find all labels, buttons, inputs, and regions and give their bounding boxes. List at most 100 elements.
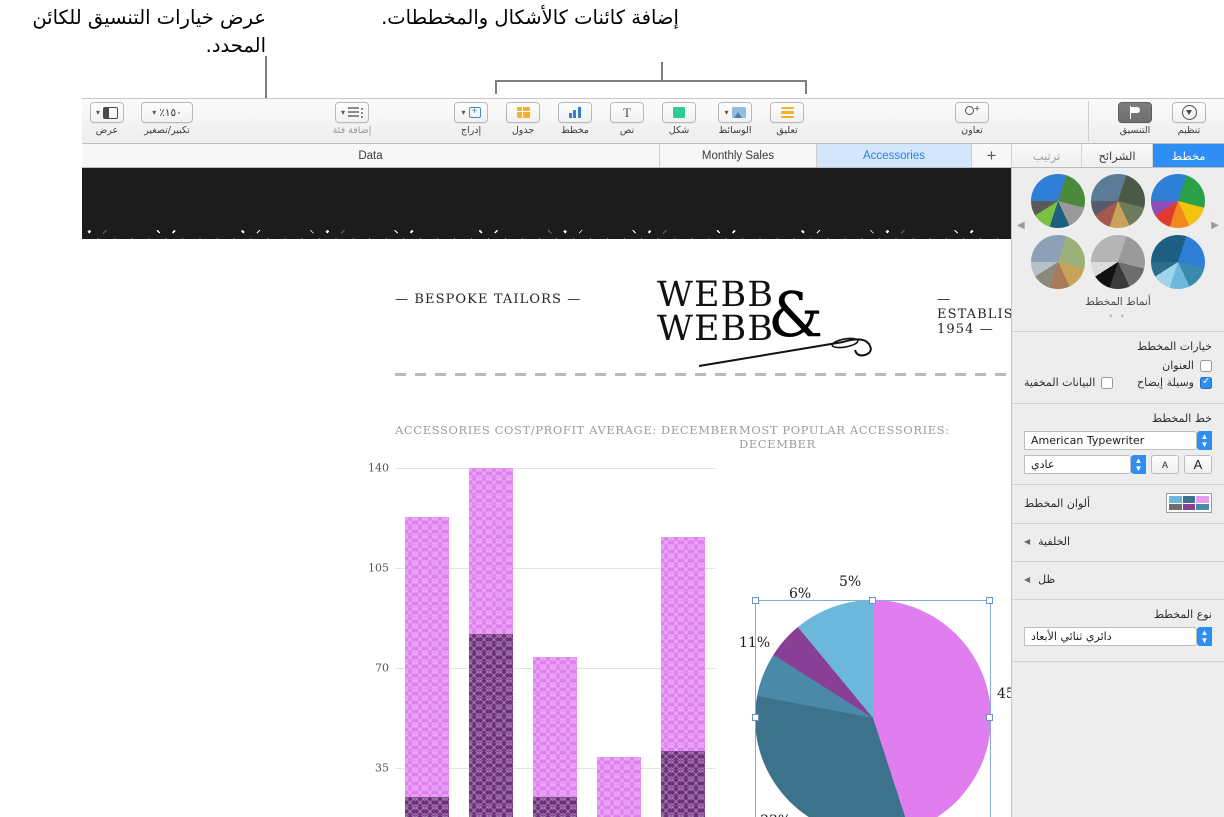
bar-chart-title: ACCESSORIES COST/PROFIT AVERAGE: DECEMBE… xyxy=(395,423,738,437)
color-swatch xyxy=(1169,503,1182,510)
disclosure-triangle-icon[interactable]: ◀ xyxy=(1024,537,1030,546)
stepper-icon: ▲ ▼ xyxy=(1197,431,1212,450)
bar-chart-y-tick: 70 xyxy=(375,661,389,675)
chart-icon xyxy=(568,107,582,118)
tab-arrange[interactable]: ترتيب xyxy=(1011,144,1081,167)
toolbar-item-media[interactable]: ▾ الوسائط xyxy=(708,102,762,136)
font-size-increase-label: A xyxy=(1193,457,1203,472)
chart-style-thumbnail[interactable] xyxy=(1031,235,1085,289)
chart-type-select[interactable]: ▲ ▼ دائري ثنائي الأبعاد xyxy=(1024,627,1212,646)
bar-chart[interactable]: 03570105140 CUFF LINKSWAISTCOATTIEPOCKET… xyxy=(368,462,715,817)
media-icon xyxy=(731,107,746,118)
toolbar-label-zoom: تكبير/تصغير xyxy=(144,125,190,136)
bar-segment-profit xyxy=(661,536,705,751)
format-brush-icon xyxy=(1128,106,1143,119)
styles-page-dots[interactable]: • • xyxy=(1012,311,1224,321)
selection-handle[interactable] xyxy=(869,597,876,604)
font-style-select[interactable]: ▲ ▼ عادي xyxy=(1024,455,1146,474)
toolbar-label-media: الوسائط xyxy=(718,125,752,136)
chart-style-thumbnail[interactable] xyxy=(1151,174,1205,228)
selection-handle[interactable] xyxy=(752,714,759,721)
toolbar-item-format[interactable]: التنسيق xyxy=(1108,102,1162,136)
chart-options-title: خيارات المخطط xyxy=(1136,340,1212,353)
styles-prev-arrow[interactable]: ◀ xyxy=(1017,220,1025,231)
toolbar-label-table: جدول xyxy=(511,125,535,136)
toolbar-item-organize[interactable]: تنظيم xyxy=(1162,102,1216,136)
chart-style-thumbnail[interactable] xyxy=(1031,174,1085,228)
toolbar-item-chart[interactable]: مخطط xyxy=(548,102,602,136)
toolbar-item-table[interactable]: جدول xyxy=(496,102,550,136)
format-sidebar: ◀ ▶ أنماط المخطط • • خيارات المخطط العنو… xyxy=(1011,168,1224,817)
chart-type-title: نوع المخطط xyxy=(1153,608,1212,621)
background-title: الخلفية xyxy=(1038,535,1071,548)
title-checkbox[interactable] xyxy=(1200,359,1212,372)
font-size-increase-button[interactable]: A xyxy=(1184,455,1212,474)
toolbar-item-text[interactable]: نص xyxy=(600,102,654,136)
hidden-data-checkbox[interactable] xyxy=(1101,376,1114,389)
bar-segment-profit xyxy=(533,656,577,797)
selection-handle[interactable] xyxy=(986,597,993,604)
bar-chart-column[interactable]: CUFF LINKS xyxy=(405,468,449,817)
chevron-down-icon: ▾ xyxy=(724,107,729,117)
chart-type-value: دائري ثنائي الأبعاد xyxy=(1024,627,1197,646)
logo-line-1: WEBB xyxy=(657,275,774,315)
selection-handle[interactable] xyxy=(752,597,759,604)
toolbar-item-shape[interactable]: شكل xyxy=(652,102,706,136)
font-family-select[interactable]: ▲ ▼ American Typewriter xyxy=(1024,431,1212,450)
chart-style-thumbnail[interactable] xyxy=(1091,235,1145,289)
slide-canvas[interactable]: — BESPOKE TAILORS — — ESTABLISHED 1954 —… xyxy=(82,168,1011,817)
selection-handle[interactable] xyxy=(986,714,993,721)
chart-styles-label: أنماط المخطط xyxy=(1085,296,1151,308)
toolbar-item-insert[interactable]: ▾ إدراج xyxy=(444,102,498,136)
leader-bracket-right-tick xyxy=(805,80,807,94)
sheet-tab-accessories[interactable]: Accessories xyxy=(817,144,972,167)
toolbar-label-shape: شكل xyxy=(668,125,690,136)
shadow-section[interactable]: ظل ◀ xyxy=(1012,568,1224,593)
chart-style-thumbnail[interactable] xyxy=(1091,174,1145,228)
tab-chart[interactable]: مخطط xyxy=(1152,144,1224,167)
chart-options-section: خيارات المخطط العنوان وسيلة إيضاح البيان… xyxy=(1012,338,1224,397)
font-size-decrease-button[interactable]: A xyxy=(1151,455,1179,474)
chart-styles-picker[interactable]: ◀ ▶ أنماط المخطط • • xyxy=(1012,168,1224,325)
pie-chart-selection-box[interactable] xyxy=(752,597,993,817)
color-swatch xyxy=(1196,496,1209,503)
color-swatch xyxy=(1169,496,1182,503)
chart-colors-swatch-button[interactable] xyxy=(1166,493,1212,513)
color-swatch xyxy=(1182,496,1196,503)
bar-chart-column[interactable]: SHIRT xyxy=(661,468,705,817)
pie-slice-percent-label: 5% xyxy=(839,574,862,590)
toolbar-item-zoom[interactable]: ١٥٠٪ ▾ تكبير/تصغير xyxy=(132,102,202,136)
toolbar-item-add-category[interactable]: ▾ إضافة فئة xyxy=(325,102,379,136)
bar-chart-y-tick: 35 xyxy=(375,761,389,775)
hidden-data-checkbox-label: البيانات المخفية xyxy=(1024,376,1096,389)
add-sheet-tab-button[interactable]: + xyxy=(972,144,1011,167)
collaborate-icon xyxy=(964,105,980,119)
background-section[interactable]: الخلفية ◀ xyxy=(1012,530,1224,555)
bar-chart-column[interactable]: WAISTCOAT xyxy=(469,468,513,817)
sheet-tab-data[interactable]: Data xyxy=(82,144,660,167)
toolbar-label-format: التنسيق xyxy=(1119,125,1151,136)
tab-bar: مخطط الشرائح ترتيب Data Monthly Sales Ac… xyxy=(82,144,1224,168)
keynote-window: تنظيم التنسيق تعاون تعليق ▾ الوسائط xyxy=(82,98,1224,817)
disclosure-triangle-icon[interactable]: ◀ xyxy=(1024,575,1030,584)
bar-chart-column[interactable]: POCKET SQUARE xyxy=(597,468,641,817)
toolbar-item-comment[interactable]: تعليق xyxy=(760,102,814,136)
bar-segment-cost xyxy=(469,633,513,817)
toolbar-label-insert: إدراج xyxy=(460,125,482,136)
title-checkbox-label: العنوان xyxy=(1162,359,1194,372)
chevron-down-icon: ▾ xyxy=(152,107,157,117)
bar-segment-profit xyxy=(469,468,513,634)
toolbar-label-text: نص xyxy=(619,125,635,136)
tab-slides[interactable]: الشرائح xyxy=(1081,144,1152,167)
bar-segment-profit xyxy=(405,516,449,797)
shape-icon xyxy=(673,107,685,118)
bar-chart-column[interactable]: TIE xyxy=(533,468,577,817)
divider xyxy=(1012,331,1224,332)
sheet-tab-monthly-sales[interactable]: Monthly Sales xyxy=(660,144,817,167)
styles-next-arrow[interactable]: ▶ xyxy=(1211,220,1219,231)
chart-style-thumbnail[interactable] xyxy=(1151,235,1205,289)
toolbar-item-collaborate[interactable]: تعاون xyxy=(945,102,999,136)
legend-checkbox[interactable] xyxy=(1200,376,1212,389)
leader-bracket-left-tick xyxy=(495,80,497,94)
toolbar-item-view[interactable]: ▾ عرض xyxy=(82,102,134,136)
